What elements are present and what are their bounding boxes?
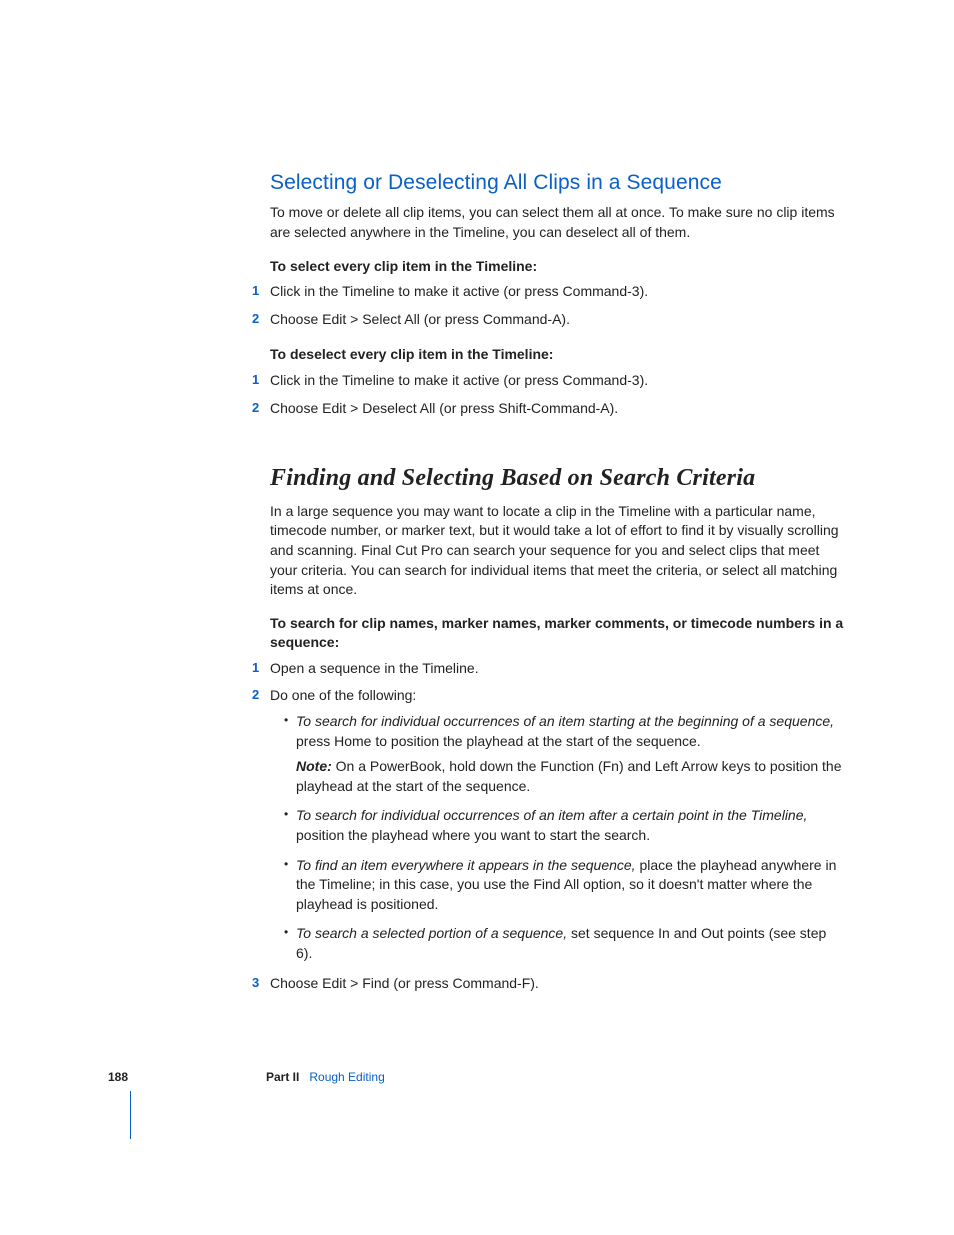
step-number: 2	[252, 686, 259, 704]
list-item: To search a selected portion of a sequen…	[284, 924, 844, 963]
bullet-intro: To search for individual occurrences of …	[296, 807, 807, 823]
list-item: To find an item everywhere it appears in…	[284, 856, 844, 915]
steps-deselect-all: 1Click in the Timeline to make it active…	[270, 371, 844, 418]
step-item: 2Choose Edit > Deselect All (or press Sh…	[270, 399, 844, 419]
step-item: 1Click in the Timeline to make it active…	[270, 371, 844, 391]
page-number: 188	[108, 1069, 128, 1086]
steps-select-all: 1Click in the Timeline to make it active…	[270, 282, 844, 329]
step-number: 2	[252, 310, 259, 328]
bullet-intro: To search a selected portion of a sequen…	[296, 925, 567, 941]
step-item: 1Click in the Timeline to make it active…	[270, 282, 844, 302]
step-item: 1Open a sequence in the Timeline.	[270, 659, 844, 679]
part-title: Rough Editing	[309, 1070, 384, 1084]
step-item: 2Do one of the following: To search for …	[270, 686, 844, 963]
page-footer: 188 Part II Rough Editing	[0, 1069, 954, 1129]
step-number: 2	[252, 399, 259, 417]
note-text: On a PowerBook, hold down the Function (…	[296, 758, 842, 794]
steps-search: 1Open a sequence in the Timeline. 2Do on…	[270, 659, 844, 993]
step-text: Click in the Timeline to make it active …	[270, 372, 648, 388]
note-label: Note:	[296, 758, 332, 774]
bullet-intro: To find an item everywhere it appears in…	[296, 857, 636, 873]
bullet-rest: press Home to position the playhead at t…	[296, 733, 701, 749]
note-block: Note: On a PowerBook, hold down the Func…	[296, 757, 844, 796]
step-number: 1	[252, 659, 259, 677]
step-text: Choose Edit > Deselect All (or press Shi…	[270, 400, 618, 416]
list-item: To search for individual occurrences of …	[284, 806, 844, 845]
step-number: 1	[252, 282, 259, 300]
subheading-deselect-all: To deselect every clip item in the Timel…	[270, 345, 844, 365]
footer-rule	[130, 1091, 131, 1139]
bullet-rest: position the playhead where you want to …	[296, 827, 650, 843]
step-number: 3	[252, 974, 259, 992]
search-options-list: To search for individual occurrences of …	[270, 712, 844, 964]
step-item: 2Choose Edit > Select All (or press Comm…	[270, 310, 844, 330]
step-text: Choose Edit > Find (or press Command-F).	[270, 975, 539, 991]
intro-paragraph-2: In a large sequence you may want to loca…	[270, 502, 844, 600]
section-heading-finding: Finding and Selecting Based on Search Cr…	[270, 462, 844, 496]
intro-paragraph-1: To move or delete all clip items, you ca…	[270, 203, 844, 242]
step-text: Click in the Timeline to make it active …	[270, 283, 648, 299]
step-text: Choose Edit > Select All (or press Comma…	[270, 311, 570, 327]
subheading-select-all: To select every clip item in the Timelin…	[270, 257, 844, 277]
subheading-search: To search for clip names, marker names, …	[270, 614, 844, 653]
step-text: Open a sequence in the Timeline.	[270, 660, 479, 676]
part-number: Part II	[266, 1070, 299, 1084]
list-item: To search for individual occurrences of …	[284, 712, 844, 796]
section-heading-selecting: Selecting or Deselecting All Clips in a …	[270, 168, 844, 197]
part-label: Part II Rough Editing	[266, 1069, 385, 1086]
bullet-intro: To search for individual occurrences of …	[296, 713, 834, 729]
step-number: 1	[252, 371, 259, 389]
document-page: Selecting or Deselecting All Clips in a …	[0, 0, 954, 993]
step-item: 3Choose Edit > Find (or press Command-F)…	[270, 974, 844, 994]
step-text: Do one of the following:	[270, 687, 416, 703]
